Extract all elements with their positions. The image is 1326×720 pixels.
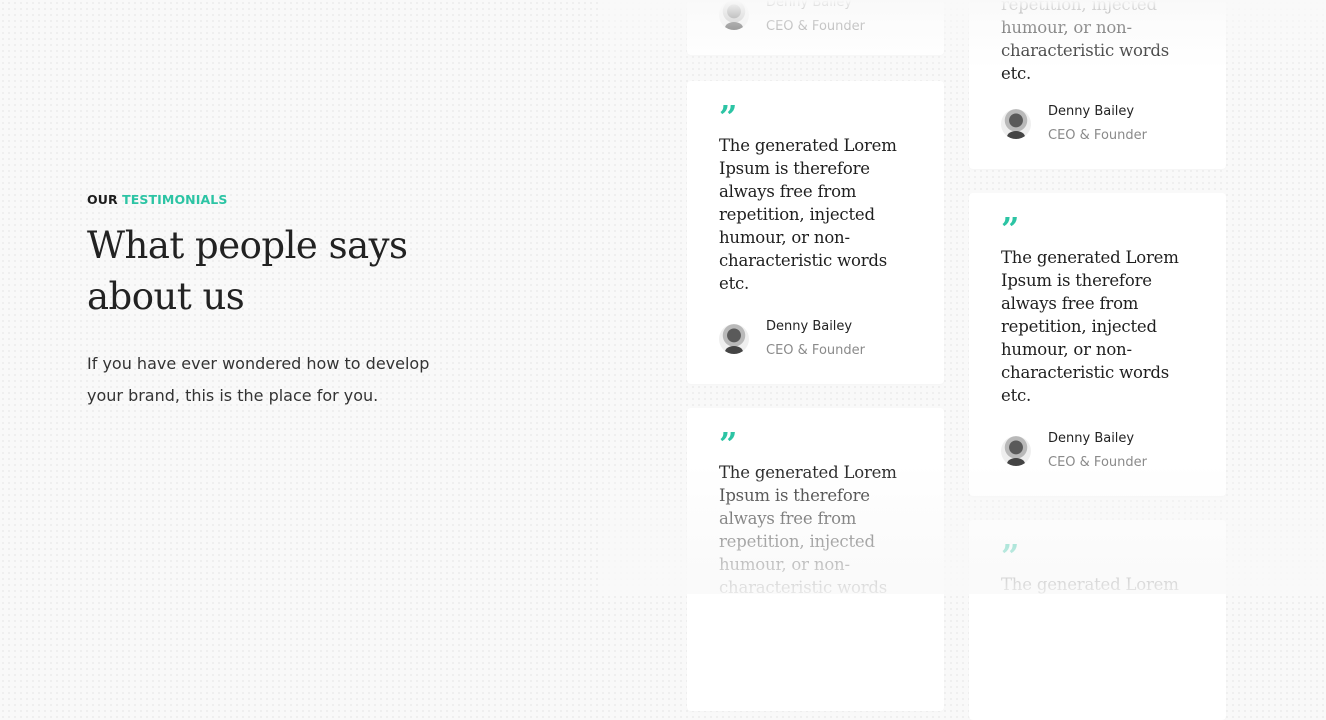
testimonial-text: The generated Lorem Ipsum is therefore a… xyxy=(719,463,897,597)
testimonial-card: Denny Bailey CEO & Founder xyxy=(687,0,944,55)
testimonial-author: Denny Bailey CEO & Founder xyxy=(719,319,912,359)
testimonial-card: ” The generated Lorem Ipsum is therefore… xyxy=(687,81,944,384)
testimonial-text: repetition, injected humour, or non-char… xyxy=(1001,0,1170,83)
heading-line-1: What people says xyxy=(87,224,408,267)
author-role: CEO & Founder xyxy=(766,343,865,358)
author-name: Denny Bailey xyxy=(766,319,853,334)
testimonial-card: ” The generated Lorem xyxy=(969,520,1226,720)
testimonial-text: The generated Lorem Ipsum is therefore a… xyxy=(1001,248,1179,405)
quote-icon: ” xyxy=(1001,215,1019,239)
eyebrow-prefix: OUR xyxy=(87,192,118,207)
avatar xyxy=(719,324,749,354)
avatar xyxy=(719,0,749,30)
avatar xyxy=(1001,109,1031,139)
author-name: Denny Bailey xyxy=(1048,431,1135,446)
section-description: If you have ever wondered how to develop… xyxy=(87,354,430,405)
heading-line-2: about us xyxy=(87,275,245,318)
quote-icon: ” xyxy=(719,430,737,454)
avatar xyxy=(1001,436,1031,466)
author-role: CEO & Founder xyxy=(766,19,865,34)
author-name: Denny Bailey xyxy=(766,0,853,10)
testimonial-author: Denny Bailey CEO & Founder xyxy=(1001,431,1194,471)
author-role: CEO & Founder xyxy=(1048,128,1147,143)
testimonial-card: ” The generated Lorem Ipsum is therefore… xyxy=(687,408,944,711)
testimonial-card: repetition, injected humour, or non-char… xyxy=(969,0,1226,169)
author-role: CEO & Founder xyxy=(1048,455,1147,470)
testimonial-text: The generated Lorem Ipsum is therefore a… xyxy=(719,136,897,293)
testimonial-text: The generated Lorem xyxy=(1001,575,1179,594)
eyebrow-accent: TESTIMONIALS xyxy=(122,192,228,207)
testimonial-author: Denny Bailey CEO & Founder xyxy=(1001,104,1147,144)
author-name: Denny Bailey xyxy=(1048,104,1135,119)
quote-icon: ” xyxy=(1001,542,1019,566)
section-eyebrow: OUR TESTIMONIALS xyxy=(87,191,527,209)
testimonials-intro: OUR TESTIMONIALS What people says about … xyxy=(87,191,527,428)
testimonial-card: ” The generated Lorem Ipsum is therefore… xyxy=(969,193,1226,496)
quote-icon: ” xyxy=(719,103,737,127)
section-heading: What people says about us xyxy=(87,220,527,322)
testimonial-author: Denny Bailey CEO & Founder xyxy=(719,0,865,35)
